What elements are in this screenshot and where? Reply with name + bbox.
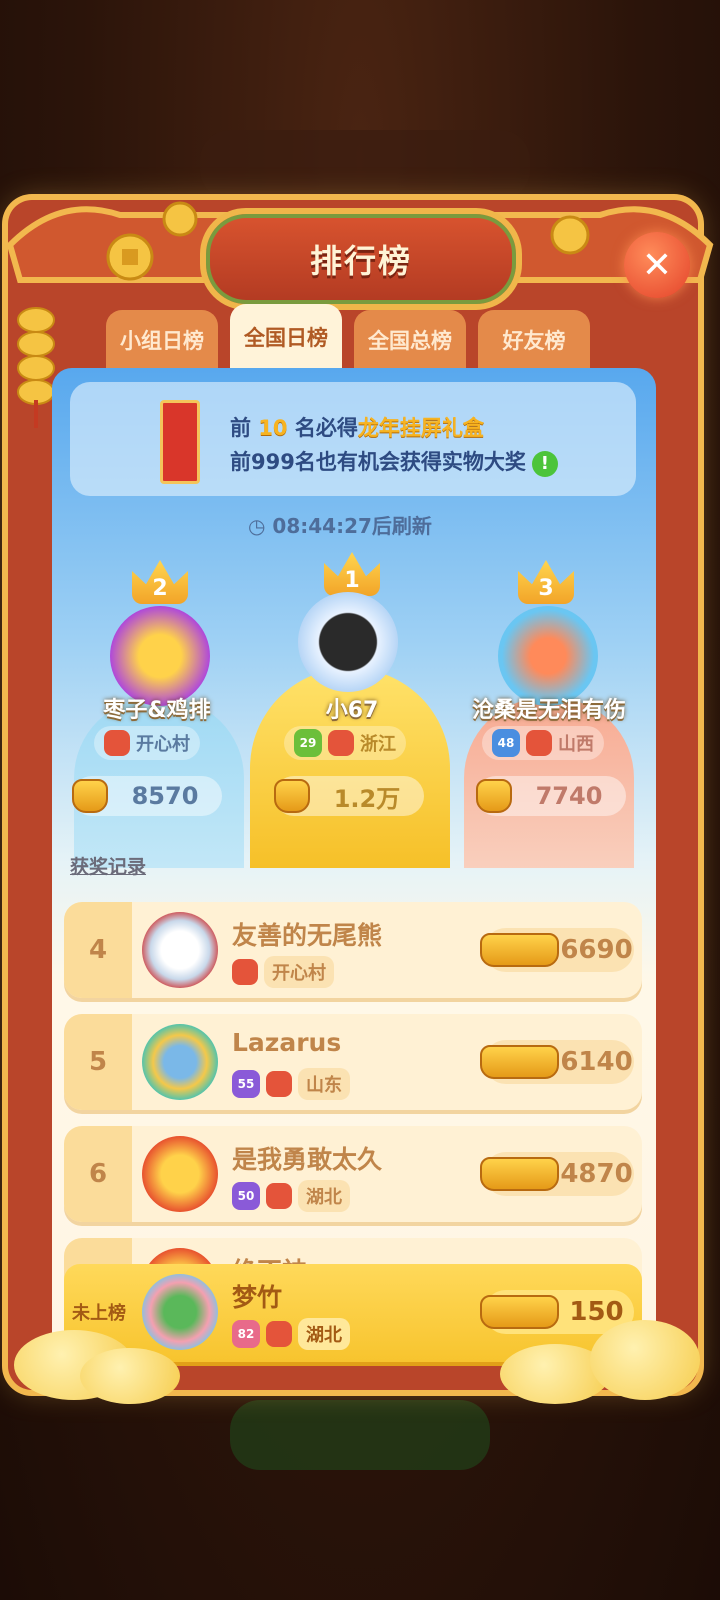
row-score-value: 6140 — [560, 1047, 633, 1077]
row-location: 湖北 — [298, 1180, 350, 1212]
podium-rank: 2 — [152, 576, 168, 601]
row-score-value: 6690 — [560, 935, 633, 965]
region-badge-icon — [104, 730, 130, 756]
tab-group-daily[interactable]: 小组日榜 — [106, 310, 218, 370]
region-badge-icon — [266, 1183, 292, 1209]
lucky-bag-icon — [480, 1295, 559, 1329]
score-value: 7740 — [535, 782, 603, 810]
level-badge: 55 — [232, 1070, 260, 1098]
background-blur — [230, 1400, 490, 1470]
podium-rank: 3 — [538, 576, 554, 601]
row-score: 6690 — [480, 928, 634, 972]
level-badge: 50 — [232, 1182, 260, 1210]
location-text: 山西 — [558, 734, 594, 755]
score-pill: 1.2万 — [274, 776, 424, 816]
location-tag: 29 浙江 — [284, 726, 406, 760]
avatar — [142, 1024, 218, 1100]
refresh-text: 08:44:27后刷新 — [272, 514, 432, 538]
player-name: 沧桑是无泪有伤 — [471, 698, 626, 723]
notice-secondary: 前999名也有机会获得实物大奖 — [230, 450, 526, 474]
award-record-link[interactable]: 获奖记录 — [70, 852, 146, 879]
row-player-name: 友善的无尾熊 — [232, 921, 383, 950]
lucky-bag-icon — [72, 779, 108, 813]
region-badge-icon — [526, 730, 552, 756]
row-location: 山东 — [298, 1068, 350, 1100]
row-meta: 50 湖北 — [232, 1180, 350, 1212]
location-tag: 48 山西 — [482, 726, 604, 760]
row-rank: 6 — [64, 1126, 132, 1222]
location-text: 浙江 — [360, 734, 396, 755]
table-row[interactable]: 6 是我勇敢太久 50 湖北 4870 — [64, 1126, 642, 1222]
avatar — [142, 912, 218, 988]
player-name: 枣子&鸡排 — [103, 698, 211, 723]
info-icon[interactable]: ! — [531, 451, 558, 477]
row-location: 开心村 — [264, 956, 334, 988]
location-text: 开心村 — [136, 734, 190, 755]
avatar[interactable] — [298, 592, 398, 692]
avatar[interactable] — [110, 606, 210, 706]
avatar — [142, 1136, 218, 1212]
level-badge: 29 — [294, 729, 322, 757]
row-score-value: 4870 — [560, 1159, 633, 1189]
notice-line-2: 前999名也有机会获得实物大奖! — [230, 446, 558, 477]
my-player-name: 梦竹 — [232, 1283, 283, 1312]
notice-rank-count: 10 — [258, 416, 288, 440]
close-icon: ✕ — [641, 244, 673, 286]
tab-friends[interactable]: 好友榜 — [478, 310, 590, 370]
lucky-bag-icon — [274, 779, 310, 813]
row-rank: 4 — [64, 902, 132, 998]
region-badge-icon — [266, 1321, 292, 1347]
region-badge-icon — [232, 959, 258, 985]
row-score: 6140 — [480, 1040, 634, 1084]
lucky-bag-icon — [476, 779, 512, 813]
row-player-name: 是我勇敢太久 — [232, 1145, 383, 1174]
avatar — [142, 1274, 218, 1350]
title-plaque: 排行榜 — [200, 208, 522, 310]
leaderboard-panel: 前 10 名必得龙年挂屏礼盒 前999名也有机会获得实物大奖! ◷ 08:44:… — [52, 368, 656, 1358]
score-pill: 8570 — [72, 776, 222, 816]
refresh-timer: ◷ 08:44:27后刷新 — [248, 514, 432, 538]
row-meta: 55 山东 — [232, 1068, 350, 1100]
avatar[interactable] — [498, 606, 598, 706]
cloud-decoration — [590, 1320, 700, 1400]
lucky-bag-icon — [480, 933, 559, 967]
notice-line-1: 前 10 名必得龙年挂屏礼盒 — [230, 412, 484, 442]
score-value: 1.2万 — [333, 784, 401, 813]
table-row[interactable]: 5 Lazarus 55 山东 6140 — [64, 1014, 642, 1110]
podium-rank: 1 — [344, 568, 360, 593]
notice-mid: 名必得 — [287, 416, 358, 440]
table-row[interactable]: 4 友善的无尾熊 开心村 6690 — [64, 902, 642, 998]
coin-icon — [162, 201, 198, 237]
notice-prefix: 前 — [230, 416, 259, 440]
row-meta: 开心村 — [232, 956, 334, 988]
tab-national-daily[interactable]: 全国日榜 — [230, 304, 342, 370]
tab-bar: 小组日榜 全国日榜 全国总榜 好友榜 — [106, 304, 606, 372]
lucky-bag-icon — [480, 1157, 559, 1191]
close-button[interactable]: ✕ — [624, 232, 690, 298]
row-meta: 82 湖北 — [232, 1318, 350, 1350]
row-location: 湖北 — [298, 1318, 350, 1350]
level-badge: 48 — [492, 729, 520, 757]
score-pill: 7740 — [476, 776, 626, 816]
lucky-bag-icon — [480, 1045, 559, 1079]
level-badge: 82 — [232, 1320, 260, 1348]
location-tag: 开心村 — [94, 726, 200, 760]
page-title: 排行榜 — [309, 242, 412, 280]
player-name: 小67 — [325, 698, 379, 723]
tab-national-total[interactable]: 全国总榜 — [354, 310, 466, 370]
coin-icon — [550, 215, 590, 255]
cloud-decoration — [80, 1348, 180, 1404]
region-badge-icon — [328, 730, 354, 756]
row-score: 4870 — [480, 1152, 634, 1196]
score-value: 8570 — [131, 782, 199, 810]
row-player-name: Lazarus — [232, 1028, 342, 1057]
row-rank: 5 — [64, 1014, 132, 1110]
region-badge-icon — [266, 1071, 292, 1097]
prize-scroll-icon — [160, 400, 200, 484]
notice-prize-name: 龙年挂屏礼盒 — [357, 416, 484, 440]
